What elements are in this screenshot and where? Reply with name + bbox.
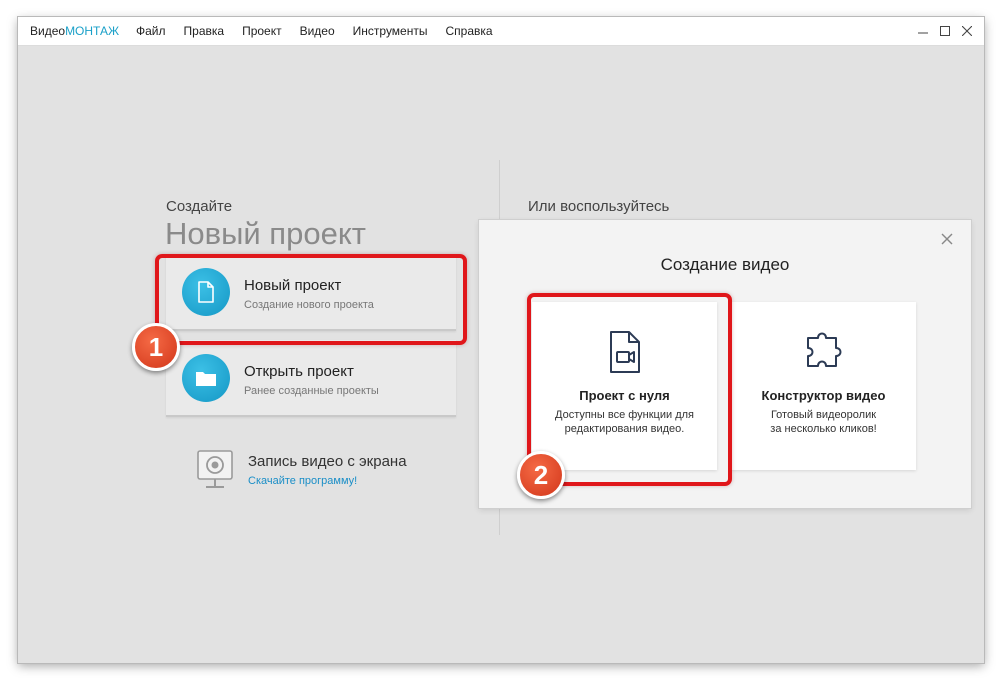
new-project-title: Новый проект [244, 277, 342, 294]
menu-edit[interactable]: Правка [184, 24, 225, 38]
webcam-monitor-icon [196, 449, 236, 491]
create-label: Создайте [166, 198, 233, 215]
builder-title: Конструктор видео [761, 388, 886, 403]
brand-accent: МОНТАЖ [65, 24, 120, 38]
open-project-title: Открыть проект [244, 363, 354, 380]
brand-prefix: Видео [30, 24, 66, 38]
menu-project[interactable]: Проект [242, 24, 282, 38]
menu-bar: Файл Правка Проект Видео Инструменты Спр… [136, 24, 511, 38]
app-window: ВидеоМОНТАЖ Файл Правка Проект Видео Инс… [18, 17, 984, 663]
step-marker-2: 2 [517, 451, 565, 499]
menu-video[interactable]: Видео [300, 24, 335, 38]
new-project-button[interactable]: Новый проект Создание нового проекта [166, 254, 456, 331]
create-title: Новый проект [165, 216, 366, 251]
scratch-description: Доступны все функции для редактирования … [542, 408, 707, 436]
screen-record-promo[interactable]: Запись видео с экрана Скачайте программу… [196, 449, 436, 499]
panel-title: Создание видео [660, 255, 790, 274]
scratch-title: Проект с нуля [579, 388, 670, 403]
file-icon [182, 268, 230, 316]
builder-desc-line: за несколько кликов! [770, 423, 877, 435]
minimize-icon[interactable] [912, 20, 934, 42]
folder-icon [182, 354, 230, 402]
title-bar: ВидеоМОНТАЖ Файл Правка Проект Видео Инс… [18, 17, 984, 46]
open-project-subtitle: Ранее созданные проекты [244, 385, 379, 397]
menu-tools[interactable]: Инструменты [353, 24, 428, 38]
alternative-label: Или воспользуйтесь [528, 198, 670, 215]
scratch-desc-line: Доступны все функции для [555, 409, 694, 421]
menu-file[interactable]: Файл [136, 24, 166, 38]
video-file-icon [532, 330, 717, 376]
project-from-scratch-tile[interactable]: Проект с нуля Доступны все функции для р… [532, 302, 717, 470]
panel-close-icon[interactable] [939, 231, 955, 247]
download-link[interactable]: Скачайте программу! [248, 475, 357, 487]
close-icon[interactable] [956, 20, 978, 42]
maximize-icon[interactable] [934, 20, 956, 42]
menu-help[interactable]: Справка [445, 24, 492, 38]
app-logo: ВидеоМОНТАЖ [30, 24, 119, 38]
new-project-subtitle: Создание нового проекта [244, 299, 374, 311]
builder-description: Готовый видеоролик за несколько кликов! [741, 408, 906, 436]
window-controls [912, 20, 978, 42]
video-builder-tile[interactable]: Конструктор видео Готовый видеоролик за … [731, 302, 916, 470]
scratch-desc-line: редактирования видео. [564, 423, 685, 435]
puzzle-icon [731, 330, 916, 376]
builder-desc-line: Готовый видеоролик [770, 409, 877, 421]
record-title: Запись видео с экрана [248, 453, 407, 470]
open-project-button[interactable]: Открыть проект Ранее созданные проекты [166, 340, 456, 417]
step-marker-1: 1 [132, 323, 180, 371]
